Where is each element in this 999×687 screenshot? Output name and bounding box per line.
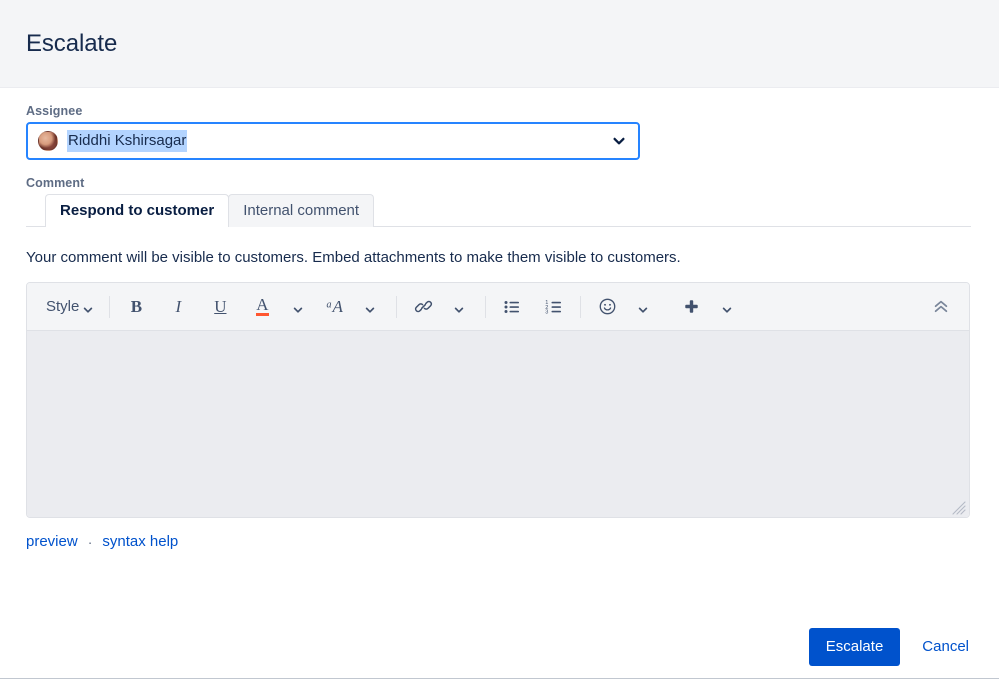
bold-label: B [130,296,143,316]
chevron-down-icon [722,302,732,313]
plus-icon[interactable] [673,292,709,322]
link-icon[interactable] [405,292,441,322]
more-text-styles-label: ᵃA [325,296,343,316]
comment-label: Comment [26,176,85,190]
toolbar-right-group [923,292,959,322]
escalate-button[interactable]: Escalate [808,628,901,666]
more-text-styles-dropdown[interactable] [352,292,388,322]
emoji-dropdown[interactable] [625,292,661,322]
toolbar-separator [485,295,487,318]
text-color-dropdown[interactable] [280,292,316,322]
cancel-button[interactable]: Cancel [918,628,973,666]
assignee-select[interactable]: Riddhi Kshirsagar [26,122,640,160]
page-title: Escalate [26,29,118,57]
text-color-label: A [256,294,269,316]
dialog-header: Escalate [0,0,999,88]
resize-handle-icon[interactable] [952,501,966,515]
preview-link[interactable]: preview [26,533,78,550]
footer-divider [0,678,999,679]
numbered-list-icon[interactable]: 1 2 3 [536,292,572,322]
avatar [38,131,58,151]
chevron-down-icon [83,302,93,313]
bold-button[interactable]: B [118,292,154,322]
chevron-down-icon [454,302,464,313]
comment-textarea[interactable] [27,331,969,517]
chevron-down-icon [365,302,375,313]
collapse-toolbar-icon[interactable] [923,292,959,322]
toolbar-separator [109,295,111,318]
more-text-styles-button[interactable]: ᵃA [316,292,352,322]
style-dropdown-label: Style [46,298,80,315]
underline-button[interactable]: U [202,292,238,322]
assignee-field-wrapper: Riddhi Kshirsagar [26,122,640,160]
chevron-down-icon [293,302,303,313]
dialog-body: Assignee Riddhi Kshirsagar Comment Respo… [0,104,999,550]
underline-label: U [214,296,227,316]
editor-toolbar: Style B I U A ᵃA 1 2 3 [27,283,969,331]
italic-button[interactable]: I [160,292,196,322]
svg-text:3: 3 [546,309,549,315]
toolbar-separator [396,295,398,318]
tab-respond-to-customer-label: Respond to customer [60,202,215,219]
editor-links: preview · syntax help [26,533,973,550]
text-color-button[interactable]: A [244,292,280,322]
insert-more-dropdown[interactable] [709,292,745,322]
assignee-selected-value: Riddhi Kshirsagar [67,130,188,152]
tab-internal-comment[interactable]: Internal comment [228,194,375,227]
emoji-icon[interactable] [589,292,625,322]
toolbar-separator [580,295,582,318]
tabs-left-spacer [26,194,45,226]
chevron-down-icon [638,302,648,313]
comment-visibility-hint: Your comment will be visible to customer… [26,249,681,266]
assignee-label: Assignee [26,104,83,118]
tab-respond-to-customer[interactable]: Respond to customer [45,194,230,228]
syntax-help-link[interactable]: syntax help [102,533,178,550]
comment-editor: Style B I U A ᵃA 1 2 3 [26,282,970,518]
tab-internal-comment-label: Internal comment [243,202,360,219]
bullet-list-icon[interactable] [494,292,530,322]
comment-tabs: Respond to customer Internal comment [26,194,971,228]
italic-label: I [175,296,182,316]
style-dropdown[interactable]: Style [37,292,101,322]
link-dropdown[interactable] [441,292,477,322]
dialog-footer: Escalate Cancel [0,616,999,678]
link-separator: · [87,533,93,550]
